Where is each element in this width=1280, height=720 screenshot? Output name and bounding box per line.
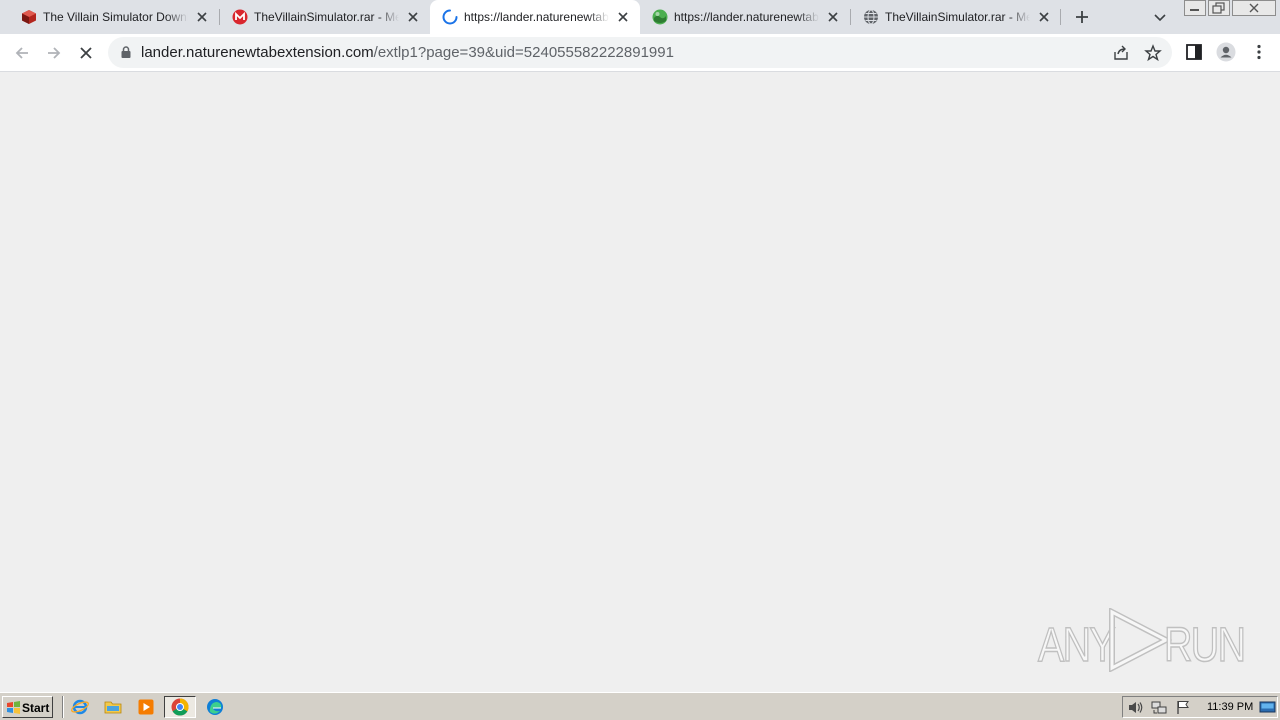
file-explorer-icon[interactable] [104,698,122,716]
tab-separator [1060,9,1061,25]
tab-title: https://lander.naturenewtabe [674,10,819,24]
url-host: lander.naturenewtabextension.com [141,44,374,61]
tab-mega-rar[interactable]: TheVillainSimulator.rar - Mega [220,0,430,34]
globe-icon [864,9,878,25]
close-icon [1249,3,1259,13]
internet-explorer-icon[interactable] [71,698,89,716]
minimize-button[interactable] [1184,0,1206,16]
tab-strip: The Villain Simulator Download TheVillai… [0,0,1280,34]
tab-title: TheVillainSimulator.rar - Mega [885,10,1030,24]
tab-title: https://lander.naturenewtabe [464,10,609,24]
action-center-flag-icon[interactable] [1175,699,1192,716]
start-button[interactable]: Start [2,696,53,718]
windows-logo-icon [7,701,20,714]
taskbar: Start 11:39 PM [0,692,1280,720]
taskbar-separator [62,696,64,718]
chrome-taskbar-button[interactable] [164,696,196,718]
close-window-button[interactable] [1232,0,1276,16]
network-icon[interactable] [1151,699,1168,716]
volume-icon[interactable] [1127,699,1144,716]
stop-loading-icon[interactable] [76,43,96,63]
close-icon[interactable] [406,10,420,24]
nature-globe-icon [652,9,668,25]
restore-icon [1212,2,1225,14]
edge-icon[interactable] [206,698,224,716]
watermark-any: ANY [1037,618,1116,673]
close-icon[interactable] [1037,10,1051,24]
media-player-icon[interactable] [137,698,155,716]
restore-button[interactable] [1208,0,1230,16]
game-icon [22,10,36,24]
url-path: /extlp1?page=39&uid=524055582222891991 [373,44,674,61]
start-label: Start [22,701,50,715]
tab-title: TheVillainSimulator.rar - Mega [254,10,399,24]
close-icon[interactable] [826,10,840,24]
back-arrow-icon[interactable] [12,43,32,63]
loading-spinner-icon [442,9,458,25]
page-content[interactable] [0,72,1280,692]
address-bar[interactable]: lander.naturenewtabextension.com/extlp1?… [108,37,1172,68]
kebab-menu-icon[interactable] [1249,42,1269,62]
profile-avatar-icon[interactable] [1216,42,1236,62]
tab-mega-rar-2[interactable]: TheVillainSimulator.rar - Mega [851,0,1061,34]
lock-icon[interactable] [120,45,132,59]
chrome-icon [171,698,189,716]
share-icon[interactable] [1112,44,1130,62]
tab-lander-active[interactable]: https://lander.naturenewtabe [430,0,640,34]
anyrun-watermark: ANY RUN [1037,606,1247,673]
url-text[interactable]: lander.naturenewtabextension.com/extlp1?… [141,44,674,61]
tab-villain-simulator-download[interactable]: The Villain Simulator Download [9,0,219,34]
forward-arrow-icon[interactable] [44,43,64,63]
taskbar-clock[interactable]: 11:39 PM [1207,701,1253,713]
show-desktop-icon[interactable] [1259,699,1276,716]
side-panel-icon[interactable] [1184,42,1204,62]
close-icon[interactable] [616,10,630,24]
browser-toolbar: lander.naturenewtabextension.com/extlp1?… [0,34,1280,72]
watermark-run: RUN [1163,618,1246,673]
chevron-down-icon[interactable] [1152,9,1168,25]
mega-icon [232,9,248,25]
new-tab-icon[interactable] [1073,8,1091,26]
minimize-icon [1190,9,1199,11]
bookmark-star-icon[interactable] [1144,44,1162,62]
tab-title: The Villain Simulator Download [43,10,188,24]
play-logo-icon [1109,608,1172,672]
close-icon[interactable] [195,10,209,24]
tab-lander[interactable]: https://lander.naturenewtabe [640,0,850,34]
system-tray: 11:39 PM [1122,696,1278,718]
